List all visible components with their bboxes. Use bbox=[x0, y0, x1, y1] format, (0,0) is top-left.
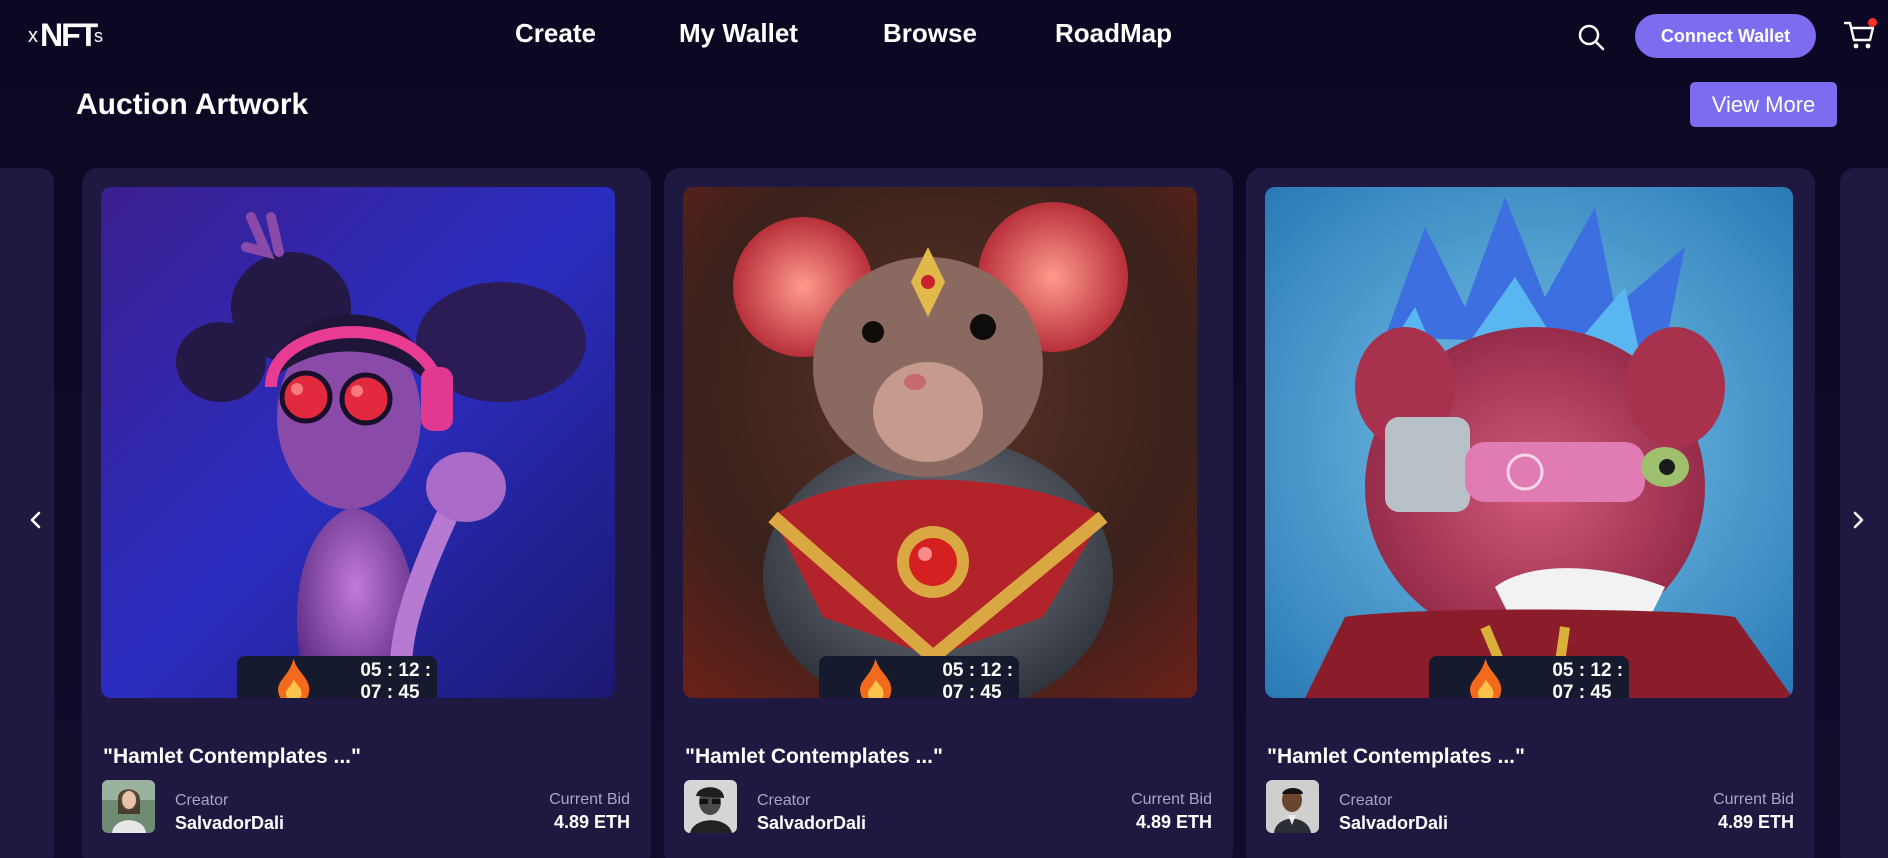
artwork-image[interactable]: 05 : 12 : 07 : 45 bbox=[683, 187, 1197, 698]
view-more-button[interactable]: View More bbox=[1690, 82, 1837, 127]
fire-icon bbox=[1470, 658, 1502, 698]
current-bid-value: 4.89 ETH bbox=[553, 812, 630, 832]
creator-name[interactable]: SalvadorDali bbox=[1339, 813, 1448, 834]
nav-create[interactable]: Create bbox=[515, 18, 596, 49]
card-title[interactable]: "Hamlet Contemplates ..." bbox=[685, 745, 943, 769]
card-title[interactable]: "Hamlet Contemplates ..." bbox=[103, 745, 361, 769]
countdown-timer: 05 : 12 : 07 : 45 bbox=[819, 656, 1019, 698]
creator-label: Creator bbox=[175, 792, 229, 809]
creator-label: Creator bbox=[1339, 792, 1393, 809]
current-bid-label: Current Bid bbox=[1713, 791, 1794, 808]
nav-browse[interactable]: Browse bbox=[883, 18, 977, 49]
current-bid-value: 4.89 ETH bbox=[1135, 812, 1212, 832]
cart-icon[interactable] bbox=[1843, 18, 1877, 52]
connect-wallet-button[interactable]: Connect Wallet bbox=[1635, 14, 1816, 58]
avatar[interactable] bbox=[1266, 780, 1319, 833]
chevron-right-icon[interactable] bbox=[1846, 508, 1870, 532]
nav-roadmap[interactable]: RoadMap bbox=[1055, 18, 1172, 49]
fire-icon bbox=[860, 658, 892, 698]
timer-text: 05 : 12 : 07 : 45 bbox=[360, 660, 432, 698]
card-title[interactable]: "Hamlet Contemplates ..." bbox=[1267, 745, 1525, 769]
creator-name[interactable]: SalvadorDali bbox=[175, 813, 284, 834]
auction-card[interactable]: 05 : 12 : 07 : 45 "Hamlet Contemplates .… bbox=[1246, 168, 1815, 858]
nav-my-wallet[interactable]: My Wallet bbox=[679, 18, 798, 49]
svg-text:x: x bbox=[28, 25, 38, 47]
creator-label: Creator bbox=[757, 792, 811, 809]
avatar[interactable] bbox=[102, 780, 155, 833]
countdown-timer: 05 : 12 : 07 : 45 bbox=[1429, 656, 1629, 698]
chevron-left-icon[interactable] bbox=[24, 508, 48, 532]
svg-text:NFT: NFT bbox=[40, 17, 99, 53]
avatar[interactable] bbox=[684, 780, 737, 833]
auction-card[interactable]: 05 : 12 : 07 : 45 "Hamlet Contemplates .… bbox=[82, 168, 651, 858]
timer-text: 05 : 12 : 07 : 45 bbox=[1552, 660, 1624, 698]
cart-notification-dot bbox=[1868, 18, 1877, 27]
section-title: Auction Artwork bbox=[76, 88, 309, 121]
logo[interactable]: x NFT s bbox=[28, 14, 106, 54]
current-bid-label: Current Bid bbox=[1131, 791, 1212, 808]
svg-text:s: s bbox=[94, 26, 103, 46]
auction-card[interactable]: 05 : 12 : 07 : 45 "Hamlet Contemplates .… bbox=[664, 168, 1233, 858]
artwork-image[interactable]: 05 : 12 : 07 : 45 bbox=[1265, 187, 1793, 698]
current-bid-label: Current Bid bbox=[549, 791, 630, 808]
creator-name[interactable]: SalvadorDali bbox=[757, 813, 866, 834]
current-bid-value: 4.89 ETH bbox=[1717, 812, 1794, 832]
countdown-timer: 05 : 12 : 07 : 45 bbox=[237, 656, 437, 698]
search-icon[interactable] bbox=[1576, 22, 1606, 52]
page: x NFT s Create My Wallet Browse RoadMap … bbox=[0, 0, 1888, 858]
logo-mark: x NFT s bbox=[28, 17, 103, 53]
header: x NFT s Create My Wallet Browse RoadMap … bbox=[0, 0, 1888, 76]
fire-icon bbox=[278, 658, 310, 698]
timer-text: 05 : 12 : 07 : 45 bbox=[942, 660, 1014, 698]
artwork-image[interactable]: 05 : 12 : 07 : 45 bbox=[101, 187, 615, 698]
